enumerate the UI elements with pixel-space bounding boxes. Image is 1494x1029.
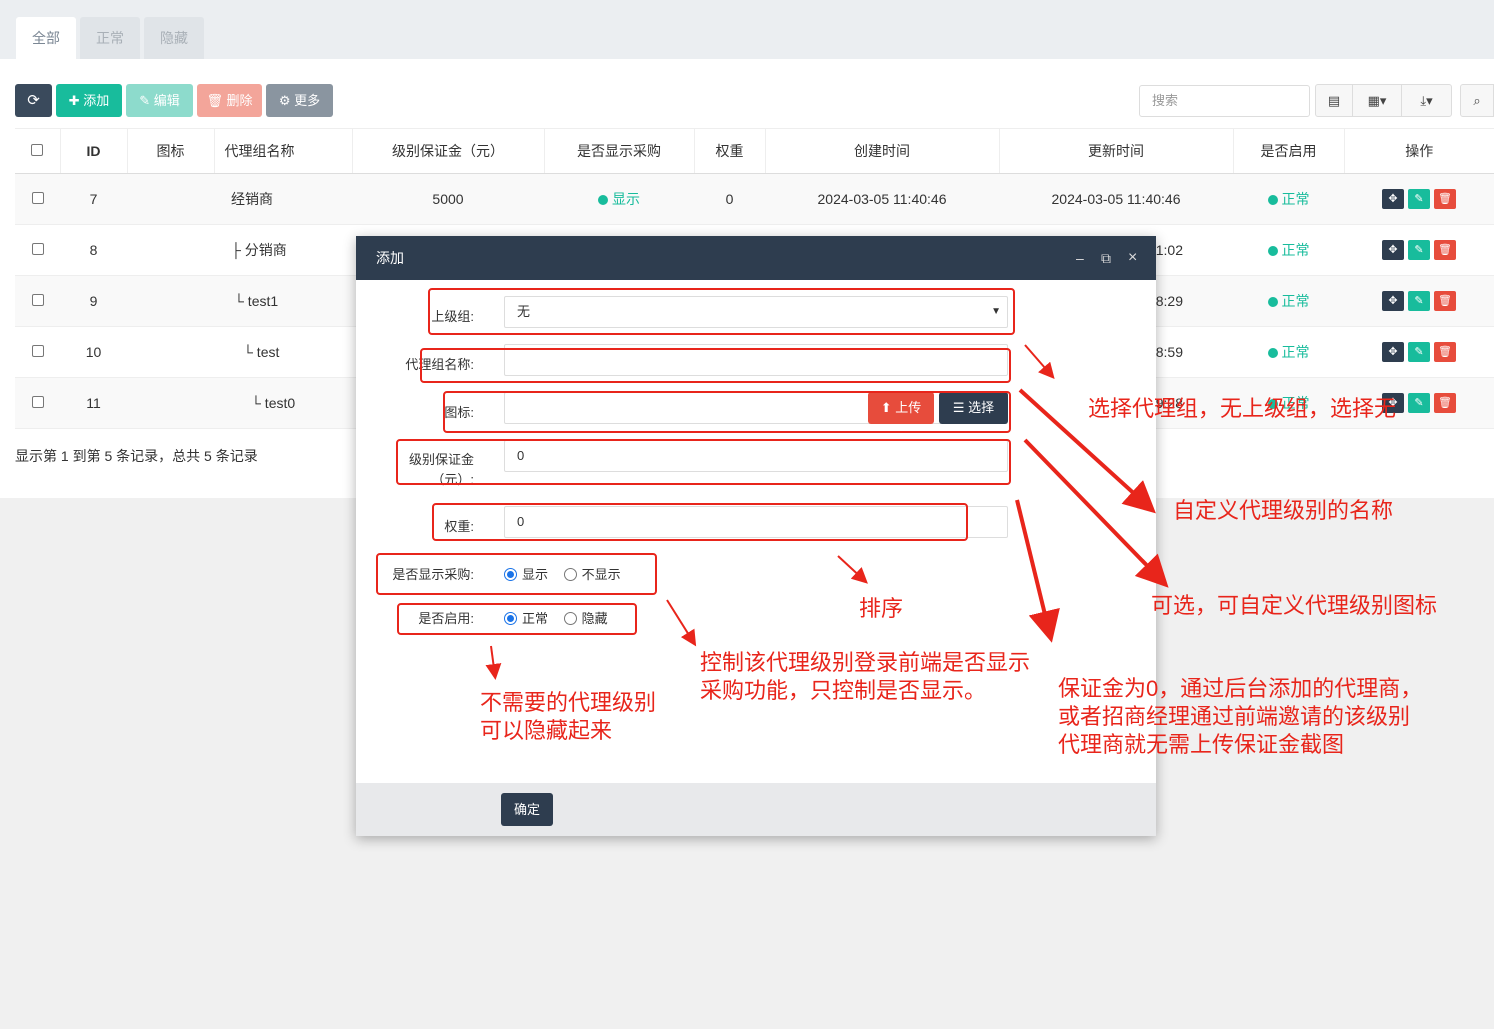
arrow-weight xyxy=(837,555,868,584)
note-weight: 排序 xyxy=(859,596,904,621)
arrow-enable xyxy=(485,645,502,680)
note-show: 控制该代理级别登录前端是否显示 采购功能，只控制是否显示。 xyxy=(700,649,1030,705)
note-parent: 选择代理组，无上级组，选择无 xyxy=(1088,396,1397,421)
note-deposit-line2: 或者招商经理通过前端邀请的该级别 xyxy=(1058,704,1411,729)
note-enable: 不需要的代理级别 可以隐藏起来 xyxy=(480,689,656,745)
note-enable-line2: 可以隐藏起来 xyxy=(480,718,613,743)
note-deposit: 保证金为0，通过后台添加的代理商， 或者招商经理通过前端邀请的该级别 代理商就无… xyxy=(1058,675,1422,759)
note-icon: 可选，可自定义代理级别图标 xyxy=(1151,593,1438,618)
note-enable-line1: 不需要的代理级别 xyxy=(480,690,657,715)
arrow-icon xyxy=(1023,438,1169,588)
note-deposit-line3: 代理商就无需上传保证金截图 xyxy=(1058,732,1345,757)
arrow-show xyxy=(666,599,697,647)
arrow-deposit xyxy=(1015,499,1060,643)
arrow-parent xyxy=(1024,344,1055,380)
note-show-line2: 采购功能，只控制是否显示。 xyxy=(700,678,987,703)
note-show-line1: 控制该代理级别登录前端是否显示 xyxy=(700,650,1031,675)
note-name: 自定义代理级别的名称 xyxy=(1173,498,1394,523)
note-deposit-line1: 保证金为0，通过后台添加的代理商， xyxy=(1058,676,1423,701)
